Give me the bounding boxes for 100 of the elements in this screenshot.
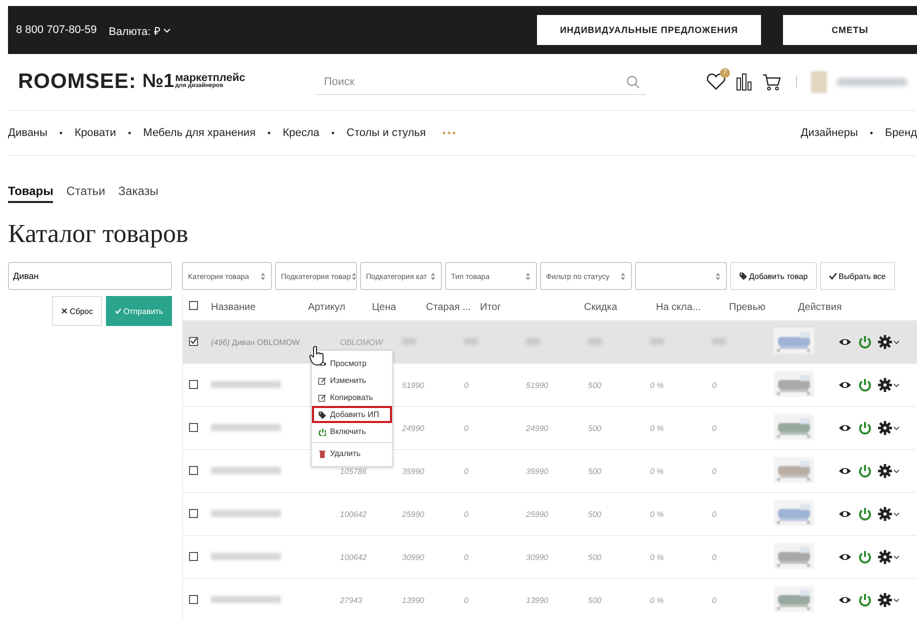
table-cell: 500 bbox=[588, 424, 602, 432]
cart-icon[interactable] bbox=[762, 73, 782, 91]
gear-icon[interactable] bbox=[878, 550, 900, 564]
checkbox[interactable] bbox=[189, 301, 198, 310]
sort-icon bbox=[620, 272, 626, 280]
checkbox[interactable] bbox=[189, 552, 198, 560]
eye-icon[interactable] bbox=[838, 508, 852, 520]
table-cell: 0 bbox=[464, 466, 468, 476]
tab[interactable]: Статьи bbox=[66, 184, 106, 203]
nav-link[interactable]: Бренд bbox=[885, 127, 917, 139]
nav-link[interactable]: Мебель для хранения bbox=[143, 127, 256, 139]
power-icon[interactable] bbox=[858, 507, 872, 521]
gear-icon[interactable] bbox=[878, 464, 900, 478]
currency-selector[interactable]: Валюта: ₽ bbox=[108, 22, 171, 38]
menu-item[interactable]: Копировать bbox=[312, 389, 392, 406]
header-button[interactable]: СМЕТЫ bbox=[783, 15, 917, 45]
edit-icon bbox=[318, 394, 326, 402]
nav-link[interactable]: Дизайнеры bbox=[800, 127, 858, 139]
logo-text: ROOMSEE: bbox=[18, 70, 136, 94]
table-cell: 51990 bbox=[526, 380, 548, 390]
checkbox[interactable] bbox=[189, 380, 198, 388]
power-icon[interactable] bbox=[858, 464, 872, 478]
table-cell: 24990 bbox=[402, 424, 424, 432]
search-icon[interactable] bbox=[626, 75, 640, 89]
power-icon bbox=[318, 428, 326, 436]
sort-icon bbox=[430, 272, 436, 280]
header-button[interactable]: ИНДИВИДУАЛЬНЫЕ ПРЕДЛОЖЕНИЯ bbox=[537, 15, 761, 45]
reset-button[interactable]: Сброс bbox=[52, 296, 102, 326]
close-icon bbox=[61, 307, 68, 315]
nav-link[interactable]: Диваны bbox=[8, 127, 48, 139]
eye-icon[interactable] bbox=[838, 594, 852, 606]
search-field[interactable]: Диван bbox=[8, 262, 172, 290]
table-cell: OBLOMOW bbox=[340, 338, 383, 346]
tag-icon bbox=[739, 272, 747, 280]
power-icon[interactable] bbox=[858, 593, 872, 607]
table-cell: 500 bbox=[588, 380, 602, 390]
check-icon bbox=[115, 307, 122, 315]
column-header: Скидка bbox=[584, 302, 618, 312]
table-cell: 0 bbox=[464, 596, 468, 604]
nav-link[interactable]: Кресла bbox=[282, 127, 320, 139]
menu-item[interactable]: Включить bbox=[312, 423, 392, 440]
table-cell: 500 bbox=[588, 596, 602, 604]
eye-icon[interactable] bbox=[838, 551, 852, 563]
checkbox[interactable] bbox=[189, 336, 198, 346]
gear-icon[interactable] bbox=[878, 378, 900, 392]
select-all-button[interactable]: Выбрать все bbox=[820, 262, 895, 290]
edit-icon bbox=[318, 376, 326, 384]
heart-icon[interactable] bbox=[706, 73, 726, 91]
table-cell: 13990 bbox=[526, 596, 548, 604]
phone-number[interactable]: 8 800 707-80-59 bbox=[16, 24, 97, 36]
checkbox[interactable] bbox=[189, 466, 198, 474]
table-cell: 0 bbox=[712, 552, 716, 562]
check-icon bbox=[190, 337, 197, 346]
add-product-button[interactable]: Добавить товар bbox=[730, 262, 817, 290]
sort-icon bbox=[715, 272, 721, 280]
column-header: Артикул bbox=[308, 302, 346, 312]
power-icon[interactable] bbox=[858, 335, 872, 349]
eye-icon[interactable] bbox=[838, 465, 852, 477]
trash-icon bbox=[318, 450, 326, 458]
nav-link[interactable]: Кровати bbox=[74, 127, 116, 139]
gear-icon[interactable] bbox=[878, 507, 900, 521]
eye-icon[interactable] bbox=[838, 336, 852, 348]
tab[interactable]: Товары bbox=[8, 184, 54, 203]
checkbox[interactable] bbox=[189, 422, 198, 432]
table-cell: 500 bbox=[588, 466, 602, 476]
separator-dot: • bbox=[268, 128, 271, 138]
power-icon[interactable] bbox=[858, 421, 872, 435]
table-cell: 35990 bbox=[526, 466, 548, 476]
page-title: Каталог товаров bbox=[8, 219, 190, 249]
column-header: Превью bbox=[729, 302, 766, 312]
eye-icon[interactable] bbox=[838, 422, 852, 434]
search-field[interactable]: Поиск bbox=[316, 69, 646, 95]
power-icon[interactable] bbox=[858, 378, 872, 392]
tab[interactable]: Заказы bbox=[118, 184, 158, 203]
gear-icon[interactable] bbox=[878, 421, 900, 435]
table-cell: 0 bbox=[712, 596, 716, 604]
gear-icon[interactable] bbox=[878, 593, 900, 607]
gear-icon[interactable] bbox=[878, 335, 900, 349]
table-cell: 0 % bbox=[650, 466, 664, 476]
menu-item[interactable]: Изменить bbox=[312, 372, 392, 389]
table-cell: 0 bbox=[464, 424, 468, 432]
column-header: На скла... bbox=[656, 302, 701, 312]
checkbox[interactable] bbox=[189, 594, 198, 604]
table-cell: 100642 bbox=[340, 552, 367, 562]
power-icon[interactable] bbox=[858, 550, 872, 564]
separator-dot: • bbox=[331, 128, 335, 138]
column-header: Итог bbox=[480, 302, 501, 312]
table-cell: 0 bbox=[712, 510, 716, 518]
checkbox[interactable] bbox=[189, 508, 198, 518]
table-cell: 0 % bbox=[650, 380, 664, 390]
separator-dot: • bbox=[59, 128, 63, 138]
bar-chart-icon[interactable] bbox=[736, 73, 752, 91]
blurred-text bbox=[837, 78, 907, 86]
table-cell: 27943 bbox=[340, 596, 362, 604]
table-cell: 24990 bbox=[526, 424, 548, 432]
menu-item[interactable]: Добавить ИП bbox=[312, 406, 392, 423]
separator-dot: • bbox=[128, 128, 132, 138]
eye-icon[interactable] bbox=[838, 379, 852, 391]
column-header: Старая ... bbox=[426, 302, 471, 312]
nav-link[interactable]: Столы и стулья bbox=[346, 127, 426, 139]
